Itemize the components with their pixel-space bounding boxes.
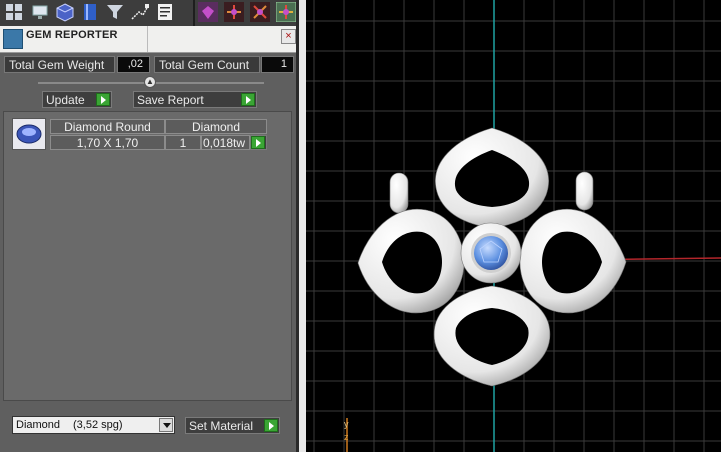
set-material-button[interactable]: Set Material — [185, 417, 280, 434]
gem-reporter-icon — [3, 29, 23, 49]
total-gem-weight-label: Total Gem Weight — [4, 56, 115, 73]
play-arrow-icon — [241, 93, 255, 106]
material-spg: (3,52 spg) — [73, 419, 123, 431]
3d-viewport[interactable]: y z — [306, 0, 721, 452]
total-gem-weight-value: ,02 — [117, 56, 150, 73]
screen-icon[interactable] — [30, 2, 50, 22]
panel-border — [296, 0, 299, 452]
gem-shape-header: Diamond Round — [50, 119, 165, 134]
material-dropdown[interactable]: Diamond (3,52 spg) — [12, 416, 175, 434]
gem-material-header: Diamond — [165, 119, 267, 134]
toolbar — [0, 0, 299, 26]
viewport-scene: y z — [306, 0, 721, 452]
gizmo-active-icon[interactable] — [276, 2, 296, 22]
set-material-button-label: Set Material — [189, 419, 254, 433]
play-arrow-icon — [96, 93, 110, 106]
gizmo-alt-icon[interactable] — [250, 2, 270, 22]
round-diamond-icon — [16, 124, 42, 144]
gem-tool-icon[interactable] — [198, 2, 218, 22]
total-gem-count-label: Total Gem Count — [154, 56, 260, 73]
filter-icon[interactable] — [105, 2, 125, 22]
axis-label-z: z — [344, 432, 349, 442]
save-report-button[interactable]: Save Report — [133, 91, 257, 108]
book-icon[interactable] — [80, 2, 100, 22]
save-report-button-label: Save Report — [137, 93, 204, 107]
gem-reporter-panel: GEM REPORTER × Total Gem Weight ,02 Tota… — [0, 0, 299, 452]
gem-list: Diamond Round Diamond 1,70 X 1,70 1 0,01… — [3, 111, 292, 401]
material-name: Diamond — [16, 419, 61, 431]
gem-weight-cell: 0,018tw — [201, 135, 250, 150]
cube-view-icon[interactable] — [55, 2, 75, 22]
gem-count-cell: 1 — [165, 135, 201, 150]
dropdown-arrow-icon[interactable] — [159, 418, 173, 432]
panel-splitter-handle[interactable]: ▲ — [144, 76, 156, 88]
gem-select-button[interactable] — [250, 135, 267, 150]
panel-title: GEM REPORTER — [26, 29, 118, 41]
gizmo-icon[interactable] — [224, 2, 244, 22]
gem-size-cell: 1,70 X 1,70 — [50, 135, 165, 150]
update-button[interactable]: Update — [42, 91, 112, 108]
properties-icon[interactable] — [155, 2, 175, 22]
gem-thumbnail[interactable] — [12, 118, 46, 150]
play-arrow-icon — [251, 136, 265, 149]
total-gem-count-value: 1 — [261, 56, 294, 73]
update-button-label: Update — [46, 93, 85, 107]
header-divider — [147, 26, 148, 52]
axis-indicator: y z — [344, 418, 349, 452]
panel-header: GEM REPORTER × — [0, 26, 298, 53]
axis-label-y: y — [344, 419, 349, 429]
close-button[interactable]: × — [281, 29, 296, 44]
select-tool-icon[interactable] — [130, 2, 150, 22]
window-layout-icon[interactable] — [4, 2, 24, 22]
pendant-model — [357, 127, 627, 387]
viewport-splitter[interactable] — [299, 0, 306, 452]
play-arrow-icon — [264, 419, 278, 432]
grid — [306, 0, 721, 452]
